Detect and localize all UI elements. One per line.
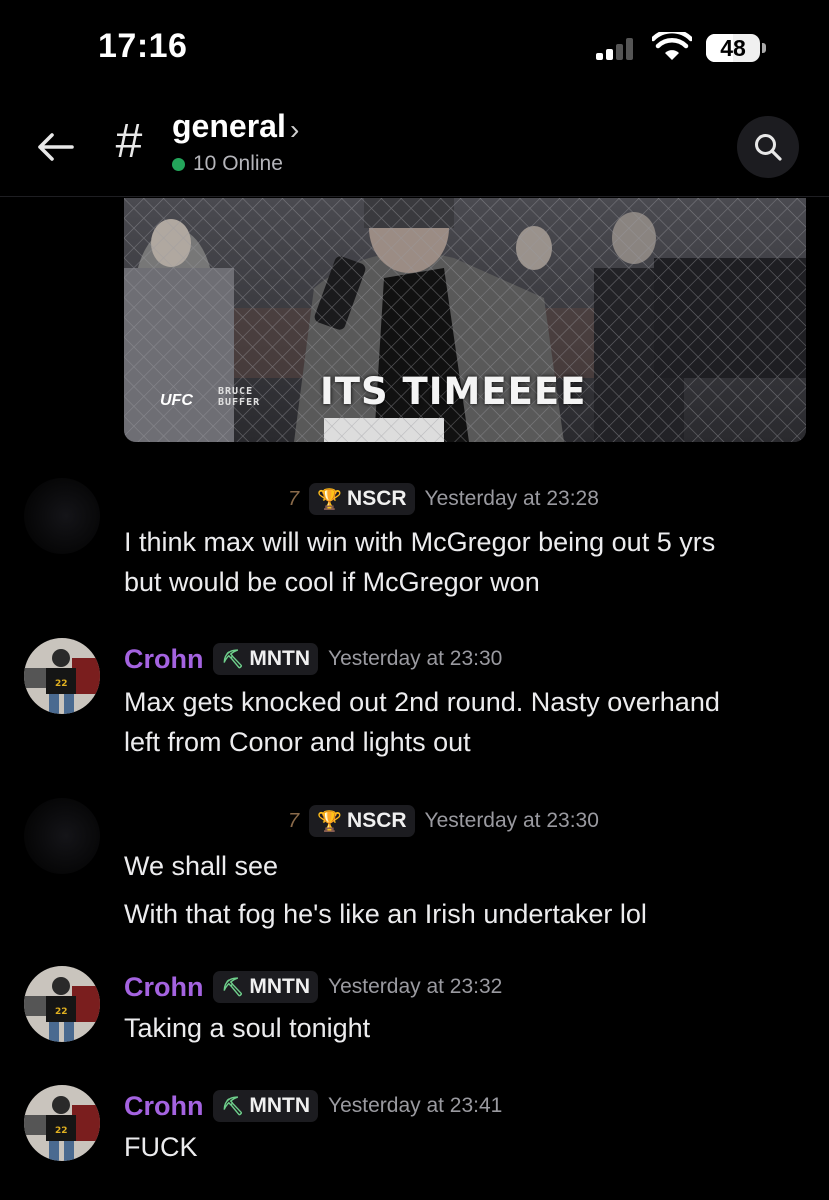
role-label: MNTN [249,647,310,670]
message-line: With that fog he's like an Irish underta… [124,899,647,929]
message[interactable]: 22 Crohn ⛏ MNTN Yesterday at 23:32 Takin… [0,966,829,1056]
gif-attachment[interactable]: UFC BRUCE BUFFER ITS TIMEEEE [124,198,806,442]
battery-nub [762,43,766,53]
role-badge[interactable]: 🏆 NSCR [309,805,415,837]
online-count: 10 Online [193,152,283,175]
avatar[interactable]: 22 [24,966,100,1042]
message[interactable]: 7 🏆 NSCR Yesterday at 23:28 I think max … [0,478,829,608]
author-name[interactable]: Crohn [124,972,203,1003]
svg-text:22: 22 [55,1126,68,1136]
message-meta: 7 🏆 NSCR Yesterday at 23:28 [288,482,599,516]
message-content: I think max will win with McGregor being… [124,522,804,602]
message-line: but would be cool if McGregor won [124,567,540,597]
trophy-icon: 🏆 [317,488,343,511]
status-bar: 17:16 48 [0,0,829,100]
channel-hash-icon: # [115,115,143,168]
avatar-image: 22 [24,966,100,1042]
svg-text:22: 22 [55,679,68,689]
role-badge[interactable]: ⛏ MNTN [213,1090,318,1122]
message[interactable]: 22 Crohn ⛏ MNTN Yesterday at 23:41 FUCK [0,1085,829,1175]
message-content: Max gets knocked out 2nd round. Nasty ov… [124,682,804,762]
username-fragment: 7 [288,487,300,510]
role-label: MNTN [249,975,310,998]
timestamp: Yesterday at 23:41 [328,1094,503,1117]
role-badge[interactable]: ⛏ MNTN [213,643,318,675]
role-label: NSCR [347,487,407,510]
wifi-icon [652,32,692,60]
gif-caption: ITS TIMEEEE [320,370,587,413]
message-line: FUCK [124,1132,198,1162]
author-name[interactable]: Crohn [124,644,203,675]
pickaxe-icon: ⛏ [221,1095,245,1116]
timestamp: Yesterday at 23:32 [328,975,503,998]
role-badge[interactable]: 🏆 NSCR [309,483,415,515]
message-content: FUCK [124,1127,804,1167]
message-meta: 7 🏆 NSCR Yesterday at 23:30 [288,804,599,838]
avatar-image: 22 [24,1085,100,1161]
online-dot-icon [172,157,185,171]
timestamp: Yesterday at 23:30 [424,809,599,832]
message[interactable]: 7 🏆 NSCR Yesterday at 23:30 We shall see… [0,798,829,938]
message[interactable]: 22 Crohn ⛏ MNTN Yesterday at 23:30 Max g… [0,638,829,768]
avatar[interactable] [24,478,100,554]
role-label: NSCR [347,809,407,832]
role-label: MNTN [249,1094,310,1117]
svg-text:22: 22 [55,1007,68,1017]
arrow-left-icon [38,133,74,161]
ufc-logo: UFC [160,392,193,409]
battery-level: 48 [720,34,746,61]
pickaxe-icon: ⛏ [221,648,245,669]
gif-name-tag: BRUCE BUFFER [218,386,260,408]
timestamp: Yesterday at 23:30 [328,647,503,670]
gif-tag-line1: BRUCE [218,386,254,397]
trophy-icon: 🏆 [317,810,343,833]
message-line: I think max will win with McGregor being… [124,527,716,557]
message-line: We shall see [124,851,279,881]
battery-icon: 48 [706,34,760,62]
search-icon [755,134,782,161]
message-meta: Crohn ⛏ MNTN Yesterday at 23:30 [124,642,502,676]
message-line: Max gets knocked out 2nd round. Nasty ov… [124,687,720,717]
status-time: 17:16 [98,27,188,65]
online-status: 10 Online [172,152,283,176]
avatar[interactable]: 22 [24,638,100,714]
cellular-signal-icon [596,38,640,60]
message-line: left from Conor and lights out [124,727,471,757]
message-meta: Crohn ⛏ MNTN Yesterday at 23:32 [124,970,502,1004]
message-meta: Crohn ⛏ MNTN Yesterday at 23:41 [124,1089,502,1123]
pickaxe-icon: ⛏ [221,976,245,997]
gif-tag-line2: BUFFER [218,397,261,408]
timestamp: Yesterday at 23:28 [424,487,599,510]
channel-header: # general › 10 Online [0,100,829,197]
channel-name[interactable]: general [172,108,286,145]
message-line: Taking a soul tonight [124,1013,371,1043]
author-name[interactable]: Crohn [124,1091,203,1122]
avatar[interactable]: 22 [24,1085,100,1161]
avatar[interactable] [24,798,100,874]
back-button[interactable] [30,124,80,170]
message-content: We shall see With that fog he's like an … [124,842,804,938]
role-badge[interactable]: ⛏ MNTN [213,971,318,1003]
chevron-right-icon[interactable]: › [290,114,299,146]
message-content: Taking a soul tonight [124,1008,804,1048]
avatar-image: 22 [24,638,100,714]
username-fragment: 7 [288,809,300,832]
search-button[interactable] [737,116,799,178]
